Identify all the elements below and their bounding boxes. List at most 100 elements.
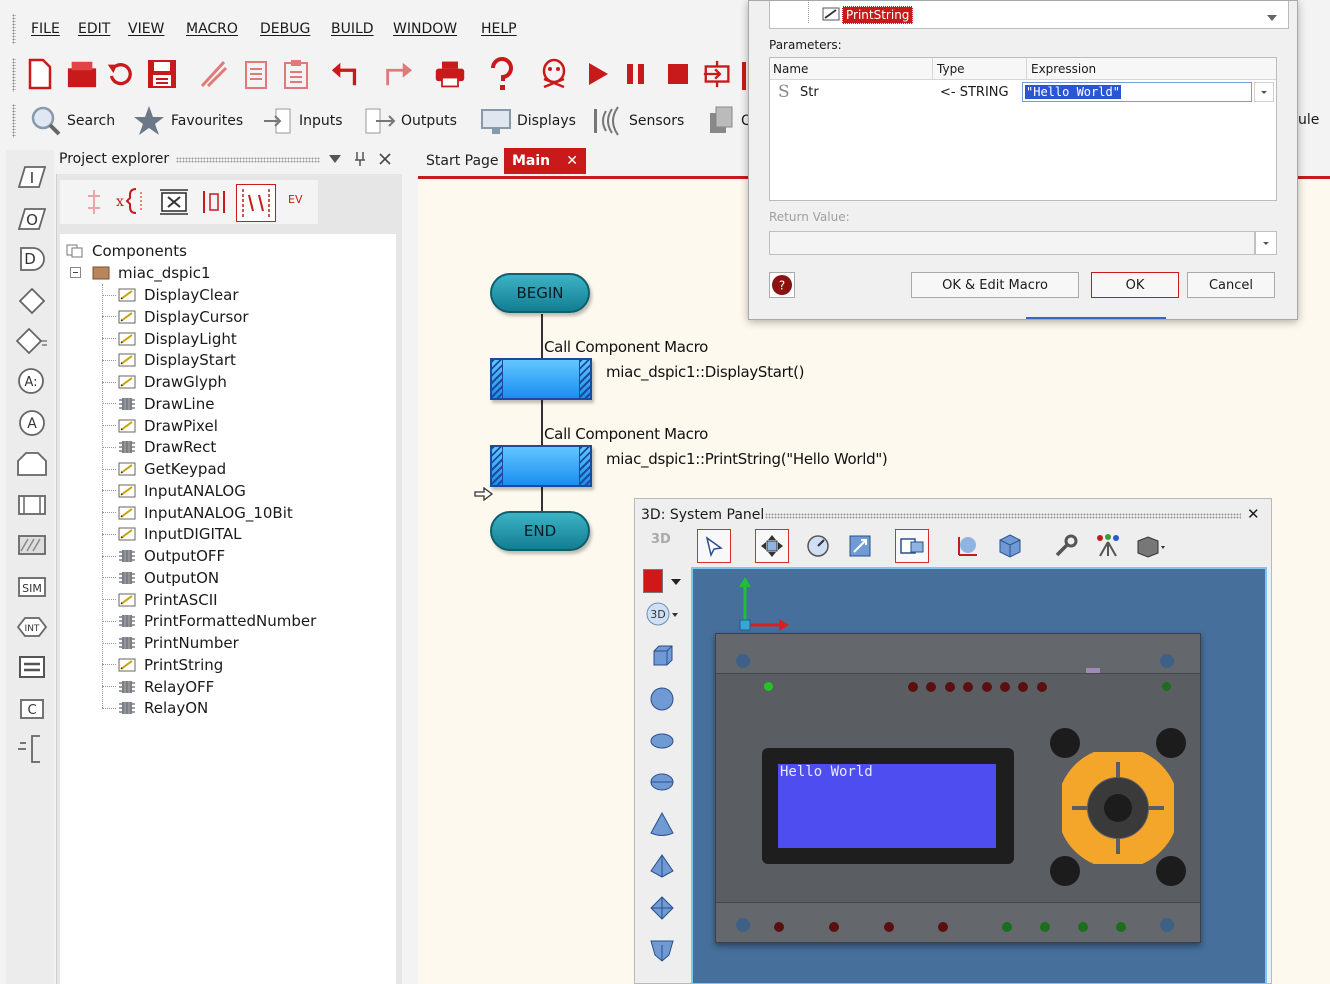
view-mode-button[interactable]: 3D	[645, 601, 678, 626]
tree-macro-item[interactable]: PrintFormattedNumber	[102, 610, 316, 632]
chevron-down-icon[interactable]	[671, 579, 681, 586]
menu-view[interactable]: VIEW	[128, 21, 164, 37]
axes-tool[interactable]	[951, 529, 985, 563]
calculation-tool-icon[interactable]: A	[15, 406, 49, 440]
component-macro-tool-icon[interactable]: A:	[15, 364, 49, 398]
open-file-icon[interactable]	[66, 56, 98, 92]
stop-icon[interactable]	[662, 56, 694, 92]
macro-call-tool-icon[interactable]	[15, 488, 49, 522]
param-expression-field[interactable]: "Hello World"	[1022, 82, 1252, 102]
tree-macro-item[interactable]: OutputON	[102, 567, 219, 589]
pause-icon[interactable]	[620, 56, 652, 92]
step-into-icon[interactable]	[702, 56, 734, 92]
pin-icon[interactable]	[354, 151, 366, 167]
delay-tool-icon[interactable]: D	[15, 242, 49, 276]
tab-close-icon[interactable]: ✕	[566, 148, 578, 174]
events-icon[interactable]: EV	[288, 193, 302, 206]
components-icon[interactable]	[200, 188, 228, 216]
cube-tool[interactable]	[993, 529, 1027, 563]
tree-component[interactable]: miac_dspic1	[70, 262, 211, 284]
loop-tool-icon[interactable]	[15, 446, 49, 480]
add-sphere-icon[interactable]	[647, 684, 677, 714]
col-type-header[interactable]: Type	[937, 62, 965, 76]
properties-tool[interactable]	[1049, 529, 1083, 563]
tree-macro-item[interactable]: DrawPixel	[102, 415, 218, 437]
add-cylinder-icon[interactable]	[647, 767, 677, 797]
cut-icon[interactable]	[198, 56, 230, 92]
decision-tool-icon[interactable]	[15, 284, 49, 318]
sensors-button[interactable]: Sensors	[592, 103, 684, 139]
zoom-tool[interactable]	[843, 529, 877, 563]
favourites-button[interactable]: Favourites	[132, 103, 243, 139]
simulation-macros-tab[interactable]	[236, 184, 276, 222]
tree-macro-item[interactable]: GetKeypad	[102, 458, 226, 480]
call-macro-displaystart[interactable]	[490, 358, 592, 400]
tab-start-page[interactable]: Start Page	[418, 148, 507, 174]
interrupt-tool-icon[interactable]: INT	[15, 610, 49, 644]
displays-button[interactable]: Displays	[480, 103, 576, 139]
system-panel-close-icon[interactable]: ✕	[1247, 505, 1260, 523]
help-icon[interactable]	[486, 56, 518, 92]
add-disc-icon[interactable]	[647, 726, 677, 756]
tree-macro-item[interactable]: DrawGlyph	[102, 371, 227, 393]
add-cone-icon[interactable]	[647, 809, 677, 839]
switch-tool-icon[interactable]	[15, 324, 49, 358]
label-tool-icon[interactable]	[15, 650, 49, 684]
begin-terminal[interactable]: BEGIN	[490, 273, 590, 313]
iconbar-grip[interactable]	[12, 104, 16, 138]
tree-macro-item[interactable]: PrintNumber	[102, 632, 239, 654]
menu-build[interactable]: BUILD	[331, 21, 374, 37]
export-tool[interactable]	[1133, 529, 1167, 563]
selected-macro[interactable]: PrintString	[842, 6, 914, 24]
tree-macro-item[interactable]: PrintString	[102, 654, 223, 676]
dropdown-arrow-icon[interactable]	[328, 154, 342, 164]
ok-edit-macro-button[interactable]: OK & Edit Macro	[911, 272, 1079, 298]
tree-root[interactable]: Components	[66, 240, 187, 262]
probe-tool[interactable]	[1091, 529, 1125, 563]
output-tool-icon[interactable]: O	[15, 202, 49, 236]
tree-macro-item[interactable]: DisplayCursor	[102, 306, 249, 328]
ok-button[interactable]: OK	[1091, 272, 1179, 298]
debug-bug-icon[interactable]	[538, 56, 570, 92]
collapse-icon[interactable]	[70, 267, 82, 279]
close-icon[interactable]	[379, 153, 391, 165]
select-tool[interactable]	[697, 529, 731, 563]
add-pyramid-icon[interactable]	[647, 851, 677, 881]
inputs-button[interactable]: Inputs	[262, 103, 343, 139]
run-icon[interactable]	[582, 56, 614, 92]
mode-3d-label[interactable]: 3D	[651, 532, 671, 547]
new-file-icon[interactable]	[24, 56, 56, 92]
tree-macro-item[interactable]: InputANALOG_10Bit	[102, 502, 293, 524]
col-expression-header[interactable]: Expression	[1031, 62, 1096, 76]
camera-tool[interactable]	[895, 529, 929, 563]
menu-window[interactable]: WINDOW	[393, 21, 457, 37]
menu-debug[interactable]: DEBUG	[260, 21, 310, 37]
toolbar-grip[interactable]	[12, 58, 16, 92]
menu-file[interactable]: FILE	[31, 21, 60, 37]
menu-macro[interactable]: MACRO	[186, 21, 238, 37]
navigation-pad[interactable]	[1062, 752, 1174, 864]
rotate-tool[interactable]	[801, 529, 835, 563]
connection-tool-icon[interactable]: C	[15, 692, 49, 726]
cancel-button[interactable]: Cancel	[1187, 272, 1275, 298]
copy-icon[interactable]	[240, 56, 272, 92]
menu-grip[interactable]	[12, 14, 16, 44]
expression-dropdown[interactable]	[1254, 82, 1274, 102]
add-cube-icon[interactable]	[647, 641, 677, 671]
undo-circle-icon[interactable]	[104, 56, 136, 92]
tree-macro-item[interactable]: DisplayStart	[102, 349, 236, 371]
tree-macro-item[interactable]: DrawRect	[102, 436, 216, 458]
save-icon[interactable]	[146, 56, 178, 92]
end-terminal[interactable]: END	[490, 511, 590, 551]
comment-tool-icon[interactable]	[15, 732, 49, 766]
variables-icon[interactable]: x	[114, 186, 146, 216]
undo-icon[interactable]	[330, 56, 362, 92]
scroll-down-icon[interactable]	[1266, 14, 1278, 22]
tree-macro-item[interactable]: OutputOFF	[102, 545, 225, 567]
parameter-row[interactable]: S Str <- STRING "Hello World"	[770, 81, 1276, 103]
print-icon[interactable]	[434, 56, 466, 92]
outputs-button[interactable]: Outputs	[364, 103, 457, 139]
menu-help[interactable]: HELP	[481, 21, 517, 37]
tree-macro-item[interactable]: InputANALOG	[102, 480, 246, 502]
input-tool-icon[interactable]: I	[15, 160, 49, 194]
